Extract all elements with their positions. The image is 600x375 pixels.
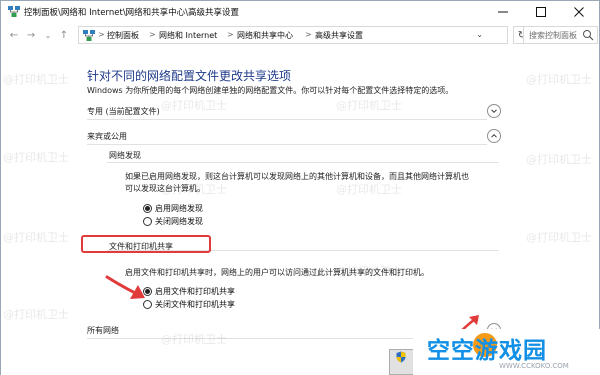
divider [87, 144, 487, 145]
radio-label: 启用文件和打印机共享 [155, 287, 235, 296]
logo-text: 空空游戏园 [427, 338, 547, 364]
address-bar[interactable]: > 控制面板 > 网络和 Internet > 网络和共享中心 > 高级共享设置… [78, 26, 508, 44]
network-icon [83, 30, 95, 41]
logo-subtitle: WWW.CCKOKO.COM [499, 362, 569, 370]
radio-enable-network-discovery[interactable]: 启用网络发现 [143, 203, 203, 214]
breadcrumb-item[interactable]: 高级共享设置 [315, 30, 363, 41]
window-title: 控制面板\网络和 Internet\网络和共享中心\高级共享设置 [24, 8, 240, 18]
breadcrumb-item[interactable]: 控制面板 [107, 30, 139, 41]
control-panel-window: 控制面板\网络和 Internet\网络和共享中心\高级共享设置 ← → ⌄ ↑… [0, 0, 600, 375]
maximize-icon [536, 7, 546, 17]
main-content: 针对不同的网络配置文件更改共享选项 Windows 为你所使用的每个网络创建单独… [1, 47, 599, 375]
navigation-bar: ← → ⌄ ↑ > 控制面板 > 网络和 Internet > 网络和共享中心 … [1, 23, 599, 47]
radio-disable-file-printer-sharing[interactable]: 关闭文件和打印机共享 [143, 299, 235, 310]
breadcrumb-separator: > [98, 30, 105, 39]
network-discovery-text: 可以发现这台计算机。 [125, 184, 205, 193]
minimize-button[interactable] [484, 1, 522, 23]
annotation-arrow-icon [105, 275, 145, 299]
divider [87, 119, 487, 120]
breadcrumb-separator: > [227, 30, 234, 39]
page-description: Windows 为你所使用的每个网络创建单独的网络配置文件。你可以针对每个配置文… [87, 86, 454, 95]
title-bar: 控制面板\网络和 Internet\网络和共享中心\高级共享设置 [1, 1, 599, 23]
profile-private-label: 专用 (当前配置文件) [87, 107, 160, 116]
close-icon [574, 7, 584, 17]
maximize-button[interactable] [522, 1, 560, 23]
radio-button[interactable] [143, 217, 152, 226]
breadcrumb-item[interactable]: 网络和 Internet [159, 30, 217, 41]
radio-enable-file-printer-sharing[interactable]: 启用文件和打印机共享 [143, 286, 235, 297]
network-icon [8, 6, 20, 17]
breadcrumb-item[interactable]: 网络和共享中心 [237, 30, 293, 41]
radio-label: 启用网络发现 [155, 204, 203, 213]
site-logo: 空空游戏园 WWW.CCKOKO.COM [413, 329, 600, 375]
profile-private[interactable]: 专用 (当前配置文件) [87, 104, 501, 120]
network-discovery-text: 如果已启用网络发现，则这台计算机可以发现网络上的其他计算机和设备，而且其他网络计… [125, 172, 469, 181]
page-title: 针对不同的网络配置文件更改共享选项 [87, 69, 292, 83]
recent-dropdown-icon[interactable]: ⌄ [41, 28, 55, 42]
search-box[interactable]: 搜索控制面板 [523, 26, 598, 44]
search-placeholder: 搜索控制面板 [529, 31, 577, 40]
profile-guest-public[interactable]: 来宾或公用 [87, 129, 501, 145]
collapse-chevron-icon[interactable] [487, 129, 501, 143]
back-arrow-icon[interactable]: ← [7, 28, 21, 42]
profile-all-networks-label: 所有网络 [87, 326, 119, 335]
expand-chevron-icon[interactable] [487, 104, 501, 118]
close-button[interactable] [560, 1, 598, 23]
profile-guest-public-label: 来宾或公用 [87, 132, 127, 141]
minimize-icon [498, 11, 508, 13]
radio-button[interactable] [143, 204, 152, 213]
breadcrumb-separator: > [149, 30, 156, 39]
highlight-box [81, 235, 211, 253]
file-printer-sharing-text: 启用文件和打印机共享时，网络上的用户可以访问通过此计算机共享的文件和打印机。 [125, 268, 429, 277]
up-arrow-icon[interactable]: ↑ [57, 28, 71, 42]
divider [107, 162, 499, 163]
network-discovery-label: 网络发现 [109, 151, 141, 160]
search-icon [583, 30, 594, 41]
uac-shield-icon [396, 351, 406, 363]
forward-arrow-icon[interactable]: → [24, 28, 38, 42]
address-dropdown-icon[interactable]: ⌄ [476, 30, 483, 39]
radio-label: 关闭文件和打印机共享 [155, 300, 235, 309]
radio-disable-network-discovery[interactable]: 关闭网络发现 [143, 216, 203, 227]
breadcrumb-separator: > [305, 30, 312, 39]
radio-label: 关闭网络发现 [155, 217, 203, 226]
